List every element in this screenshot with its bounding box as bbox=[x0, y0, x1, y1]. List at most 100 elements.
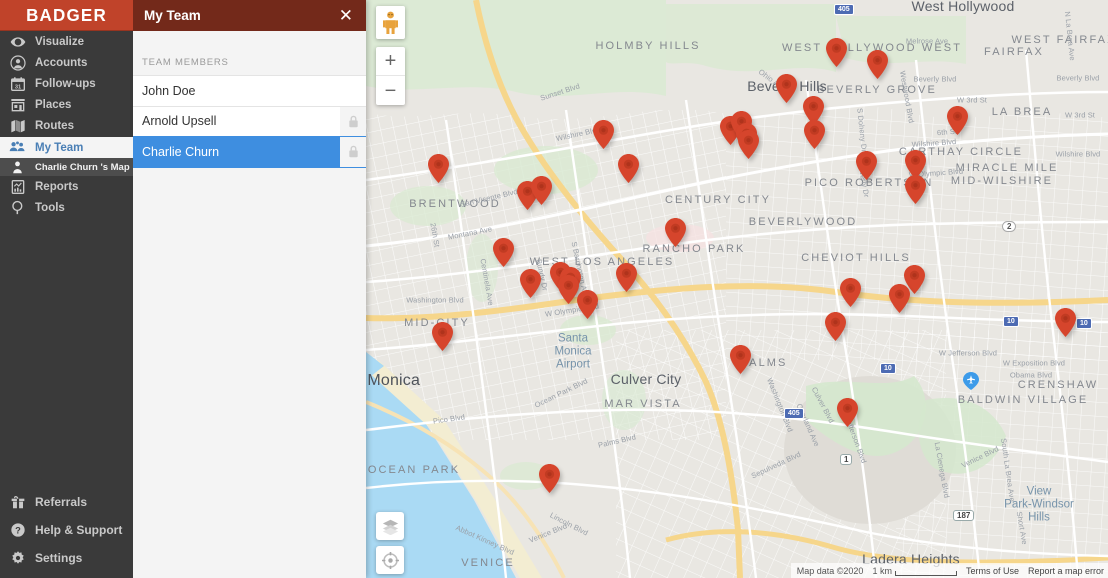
airport-icon bbox=[963, 372, 979, 390]
gift-icon bbox=[9, 494, 26, 511]
highway-shield-405-south: 405 bbox=[784, 408, 804, 419]
map-place-marker[interactable] bbox=[593, 120, 614, 149]
route-shield-187: 187 bbox=[953, 510, 975, 521]
svg-text:?: ? bbox=[15, 525, 21, 535]
highway-shield-405: 405 bbox=[834, 4, 854, 15]
map-place-marker[interactable] bbox=[531, 176, 552, 205]
sidebar-item-settings[interactable]: Settings bbox=[0, 544, 133, 572]
people-group-icon bbox=[9, 139, 26, 156]
map-place-marker[interactable] bbox=[825, 312, 846, 341]
my-team-panel: My Team ✕ TEAM MEMBERS John Doe Arnold U… bbox=[133, 0, 366, 578]
map-place-marker[interactable] bbox=[493, 238, 514, 267]
map-place-marker[interactable] bbox=[520, 269, 541, 298]
sidebar-item-label: Places bbox=[35, 99, 72, 112]
map-fold-icon bbox=[9, 118, 26, 135]
map-place-marker[interactable] bbox=[432, 322, 453, 351]
map-place-marker[interactable] bbox=[826, 38, 847, 67]
map-place-marker[interactable] bbox=[665, 218, 686, 247]
calendar-icon: 31 bbox=[9, 75, 26, 92]
sidebar-item-label: My Team bbox=[35, 141, 84, 154]
map-attribution-bar: Map data ©2020 1 km Terms of Use Report … bbox=[790, 563, 1108, 578]
panel-body: TEAM MEMBERS John Doe Arnold Upsell Char… bbox=[133, 31, 366, 578]
map-place-marker[interactable] bbox=[804, 120, 825, 149]
terms-of-use-link[interactable]: Terms of Use bbox=[966, 566, 1019, 576]
sidebar-item-label: Help & Support bbox=[35, 523, 123, 537]
panel-title: My Team bbox=[144, 8, 201, 23]
sidebar-nav-list: Visualize Accounts 31 Follow-ups Places bbox=[0, 31, 133, 219]
badger-app-window: BADGER Visualize Accounts 31 Follow-ups bbox=[0, 0, 1108, 578]
zoom-out-button[interactable]: − bbox=[376, 76, 405, 105]
report-chart-icon bbox=[9, 178, 26, 195]
lock-icon bbox=[340, 106, 366, 136]
sidebar-item-label: Follow-ups bbox=[35, 77, 96, 90]
route-shield-1: 1 bbox=[840, 454, 853, 465]
sidebar-subitem-charlie-churn-map[interactable]: Charlie Churn 's Map bbox=[0, 158, 133, 177]
map-place-marker[interactable] bbox=[577, 290, 598, 319]
lock-icon bbox=[340, 137, 366, 167]
highway-shield-10-west: 10 bbox=[880, 363, 896, 374]
sidebar-item-places[interactable]: Places bbox=[0, 95, 133, 116]
locate-me-icon[interactable] bbox=[376, 546, 404, 574]
person-icon bbox=[9, 161, 26, 174]
sidebar-item-label: Routes bbox=[35, 120, 74, 133]
sidebar-item-label: Tools bbox=[35, 201, 65, 214]
highway-shield-10-east: 10 bbox=[1003, 316, 1019, 327]
map-tiles bbox=[366, 0, 1108, 578]
map-place-marker[interactable] bbox=[616, 263, 637, 292]
sidebar-bottom-nav: Referrals ? Help & Support Settings bbox=[0, 488, 133, 578]
map-view[interactable]: HOLMBY HILLS West Hollywood WEST HOLLYWOOD… bbox=[366, 0, 1108, 578]
team-member-row[interactable]: Arnold Upsell bbox=[133, 105, 366, 137]
map-scale-bar: 1 km bbox=[872, 566, 957, 576]
layers-icon[interactable] bbox=[376, 512, 404, 540]
gear-icon bbox=[9, 550, 26, 567]
map-place-marker[interactable] bbox=[840, 278, 861, 307]
map-place-marker[interactable] bbox=[837, 398, 858, 427]
sidebar-item-accounts[interactable]: Accounts bbox=[0, 52, 133, 73]
close-icon[interactable]: ✕ bbox=[337, 7, 355, 24]
team-member-name: Charlie Churn bbox=[142, 144, 220, 159]
zoom-in-button[interactable]: + bbox=[376, 47, 405, 76]
magnifier-icon bbox=[9, 199, 26, 216]
sidebar-item-label: Reports bbox=[35, 180, 79, 193]
sidebar-item-label: Visualize bbox=[35, 35, 85, 48]
sidebar-item-routes[interactable]: Routes bbox=[0, 116, 133, 137]
map-place-marker[interactable] bbox=[776, 74, 797, 103]
map-place-marker[interactable] bbox=[428, 154, 449, 183]
team-member-row[interactable]: John Doe bbox=[133, 75, 366, 107]
sidebar-item-my-team[interactable]: My Team bbox=[0, 136, 133, 159]
question-circle-icon: ? bbox=[9, 522, 26, 539]
scale-bar-line bbox=[894, 570, 957, 576]
eye-icon bbox=[9, 33, 26, 50]
team-member-name: John Doe bbox=[142, 83, 196, 98]
map-place-marker[interactable] bbox=[889, 284, 910, 313]
storefront-icon bbox=[9, 97, 26, 114]
map-place-marker[interactable] bbox=[738, 130, 759, 159]
map-place-marker[interactable] bbox=[1055, 308, 1076, 337]
map-place-marker[interactable] bbox=[905, 175, 926, 204]
map-data-copyright: Map data ©2020 bbox=[796, 565, 864, 576]
highway-shield-10-far-east: 10 bbox=[1076, 318, 1092, 329]
map-place-marker[interactable] bbox=[856, 151, 877, 180]
sidebar-item-visualize[interactable]: Visualize bbox=[0, 31, 133, 52]
main-sidebar: BADGER Visualize Accounts 31 Follow-ups bbox=[0, 0, 133, 578]
person-circle-icon bbox=[9, 54, 26, 71]
sidebar-item-follow-ups[interactable]: 31 Follow-ups bbox=[0, 73, 133, 94]
map-place-marker[interactable] bbox=[539, 464, 560, 493]
sidebar-subitem-label: Charlie Churn 's Map bbox=[35, 161, 130, 173]
sidebar-item-tools[interactable]: Tools bbox=[0, 197, 133, 218]
sidebar-item-reports[interactable]: Reports bbox=[0, 176, 133, 197]
team-member-row-selected[interactable]: Charlie Churn bbox=[133, 136, 366, 168]
brand-logo[interactable]: BADGER bbox=[0, 0, 133, 31]
map-place-marker[interactable] bbox=[558, 275, 579, 304]
map-place-marker[interactable] bbox=[730, 345, 751, 374]
svg-text:31: 31 bbox=[14, 85, 20, 91]
sidebar-item-help-support[interactable]: ? Help & Support bbox=[0, 516, 133, 544]
sidebar-item-referrals[interactable]: Referrals bbox=[0, 488, 133, 516]
report-map-error-link[interactable]: Report a map error bbox=[1028, 566, 1104, 576]
map-place-marker[interactable] bbox=[947, 106, 968, 135]
map-place-marker[interactable] bbox=[867, 50, 888, 79]
map-place-marker[interactable] bbox=[618, 154, 639, 183]
street-view-pegman-icon[interactable] bbox=[376, 6, 405, 39]
map-scale-label: 1 km bbox=[872, 565, 892, 576]
